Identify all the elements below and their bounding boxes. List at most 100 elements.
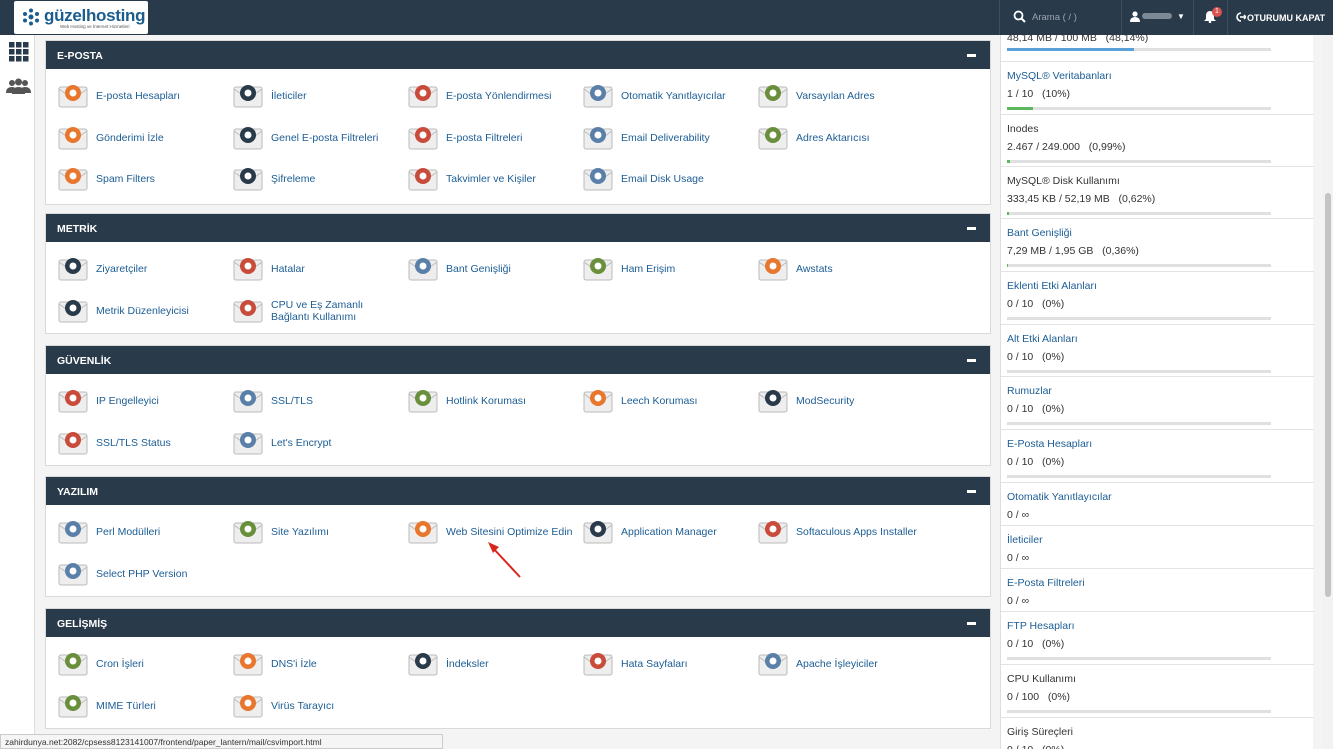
section-header[interactable]: E-POSTA [46, 41, 990, 69]
encryption-icon [233, 168, 263, 191]
section-header[interactable]: YAZILIM [46, 477, 990, 505]
stat-block[interactable]: E-Posta Filtreleri 0 / ∞ [1001, 569, 1314, 612]
tool-item[interactable]: Web Sitesini Optimize Edin [396, 513, 572, 549]
search-box[interactable]: Arama ( / ) [999, 0, 1121, 35]
stat-progress-fill [1007, 264, 1008, 267]
tool-item[interactable]: Hotlink Koruması [396, 382, 566, 418]
perl-icon [58, 521, 88, 544]
tool-item[interactable]: E-posta Yönlendirmesi [396, 77, 566, 113]
tool-item[interactable]: Hatalar [221, 250, 391, 286]
tool-item[interactable]: ModSecurity [746, 382, 916, 418]
collapse-icon[interactable] [967, 54, 976, 57]
scrollbar[interactable] [1323, 35, 1333, 749]
collapse-icon[interactable] [967, 622, 976, 625]
stat-name[interactable]: İleticiler [1007, 534, 1043, 546]
username-blurred [1142, 13, 1172, 19]
tool-item[interactable]: Hata Sayfaları [571, 645, 741, 681]
collapse-icon[interactable] [967, 359, 976, 362]
stat-block[interactable]: FTP Hesapları 0 / 10 (0%) [1001, 612, 1314, 665]
tool-item[interactable]: IP Engelleyici [46, 382, 216, 418]
tool-item[interactable]: CPU ve Eş Zamanlı Bağlantı Kullanımı [221, 292, 391, 328]
section-header[interactable]: METRİK [46, 214, 990, 242]
section-title: YAZILIM [57, 486, 99, 498]
tool-item[interactable]: Takvimler ve Kişiler [396, 160, 566, 196]
tool-item[interactable]: SSL/TLS Status [46, 424, 216, 460]
stat-block[interactable]: İleticiler 0 / ∞ [1001, 526, 1314, 569]
tool-item[interactable]: MIME Türleri [46, 687, 216, 723]
global-filter-icon [233, 126, 263, 149]
disk-usage-icon [583, 168, 613, 191]
tool-item[interactable]: Email Deliverability [571, 119, 741, 155]
tool-item[interactable]: Şifreleme [221, 160, 391, 196]
bandwidth-icon [408, 258, 438, 281]
users-icon[interactable] [6, 78, 31, 94]
stat-name[interactable]: MySQL® Veritabanları [1007, 70, 1112, 82]
logout-button[interactable]: OTURUMU KAPAT [1227, 0, 1333, 35]
scrollbar-thumb[interactable] [1325, 193, 1331, 597]
apache-handlers-icon [758, 653, 788, 676]
user-menu[interactable]: ▼ [1121, 0, 1193, 35]
stat-name[interactable]: Eklenti Etki Alanları [1007, 280, 1097, 292]
tool-item[interactable]: Awstats [746, 250, 916, 286]
tool-item[interactable]: Ziyaretçiler [46, 250, 216, 286]
stat-block[interactable]: Alt Etki Alanları 0 / 10 (0%) [1001, 325, 1314, 377]
address-importer-icon [758, 126, 788, 149]
tool-item[interactable]: İndeksler [396, 645, 566, 681]
tool-item[interactable]: Spam Filters [46, 160, 216, 196]
stat-block[interactable]: Eklenti Etki Alanları 0 / 10 (0%) [1001, 272, 1314, 325]
tool-item[interactable]: DNS'i İzle [221, 645, 391, 681]
brand-logo[interactable]: güzelhosting Web Hosting ve İnternet Hiz… [14, 1, 148, 34]
tool-item[interactable]: Bant Genişliği [396, 250, 566, 286]
stat-block[interactable]: Bant Genişliği 7,29 MB / 1,95 GB (0,36%) [1001, 219, 1314, 272]
stat-progress-fill [1007, 212, 1009, 215]
stat-name[interactable]: FTP Hesapları [1007, 620, 1075, 632]
stat-name[interactable]: Alt Etki Alanları [1007, 333, 1078, 345]
tool-label: Adres Aktarıcısı [796, 131, 870, 144]
stat-block[interactable]: E-Posta Hesapları 0 / 10 (0%) [1001, 430, 1314, 483]
grid-icon[interactable] [9, 42, 29, 62]
tool-item[interactable]: E-posta Hesapları [46, 77, 216, 113]
tool-item[interactable]: Genel E-posta Filtreleri [221, 119, 391, 155]
tool-item[interactable]: Varsayılan Adres [746, 77, 916, 113]
collapse-icon[interactable] [967, 227, 976, 230]
tool-item[interactable]: Metrik Düzenleyicisi [46, 292, 216, 328]
collapse-icon[interactable] [967, 490, 976, 493]
stat-name[interactable]: Rumuzlar [1007, 385, 1052, 397]
tool-label: CPU ve Eş Zamanlı Bağlantı Kullanımı [271, 298, 364, 323]
awstats-icon [758, 258, 788, 281]
tool-label: Gönderimi İzle [96, 131, 164, 144]
tool-item[interactable]: SSL/TLS [221, 382, 391, 418]
stat-block[interactable]: Rumuzlar 0 / 10 (0%) [1001, 377, 1314, 430]
stat-name[interactable]: E-Posta Hesapları [1007, 438, 1092, 450]
tool-item[interactable]: Ham Erişim [571, 250, 741, 286]
tool-item[interactable]: Gönderimi İzle [46, 119, 216, 155]
tool-item[interactable]: E-posta Filtreleri [396, 119, 566, 155]
tool-item[interactable]: Otomatik Yanıtlayıcılar [571, 77, 741, 113]
php-icon [58, 562, 88, 585]
stat-name[interactable]: Otomatik Yanıtlayıcılar [1007, 491, 1112, 503]
tool-item[interactable]: Apache İşleyiciler [746, 645, 916, 681]
tool-item[interactable]: Adres Aktarıcısı [746, 119, 916, 155]
routing-icon [408, 85, 438, 108]
tool-item[interactable]: Site Yazılımı [221, 513, 391, 549]
tool-item[interactable]: İleticiler [221, 77, 391, 113]
tool-item[interactable]: Softaculous Apps Installer [746, 513, 917, 549]
tool-item[interactable]: Let's Encrypt [221, 424, 391, 460]
tool-label: E-posta Filtreleri [446, 131, 523, 144]
tool-item[interactable]: Application Manager [571, 513, 741, 549]
tool-item[interactable]: Leech Koruması [571, 382, 741, 418]
stat-block[interactable]: MySQL® Veritabanları 1 / 10 (10%) [1001, 62, 1314, 115]
tool-item[interactable]: Select PHP Version [46, 555, 216, 591]
tool-item[interactable]: Email Disk Usage [571, 160, 741, 196]
stat-block[interactable]: Otomatik Yanıtlayıcılar 0 / ∞ [1001, 483, 1314, 526]
notifications-button[interactable]: 1 [1193, 0, 1227, 35]
stat-name: MySQL® Disk Kullanımı [1007, 175, 1120, 187]
stat-name[interactable]: E-Posta Filtreleri [1007, 577, 1085, 589]
tool-item[interactable]: Cron İşleri [46, 645, 216, 681]
tool-item[interactable]: Virüs Tarayıcı [221, 687, 391, 723]
tool-item[interactable]: Perl Modülleri [46, 513, 216, 549]
stat-name[interactable]: Bant Genişliği [1007, 227, 1072, 239]
virus-scanner-icon [233, 694, 263, 717]
section-header[interactable]: GELİŞMİŞ [46, 609, 990, 637]
section-header[interactable]: GÜVENLİK [46, 346, 990, 374]
